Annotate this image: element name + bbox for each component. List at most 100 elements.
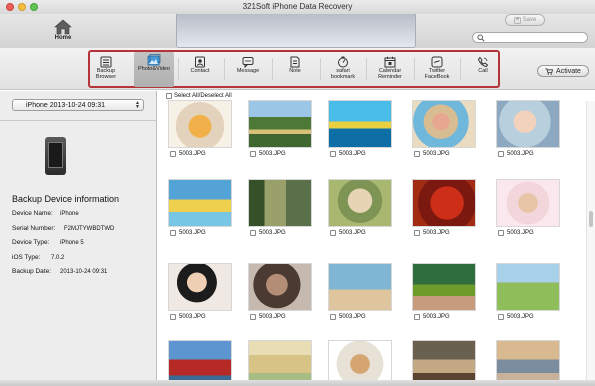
photo-caption: 5003.JPG: [494, 314, 562, 320]
photo-thumbnail[interactable]: [328, 100, 392, 148]
select-all-row[interactable]: Select All/Deselect All: [166, 92, 232, 100]
category-safari-bookmark[interactable]: safari bookmark: [323, 54, 363, 86]
photo-checkbox[interactable]: [498, 151, 504, 157]
photo-filename: 5003.JPG: [259, 151, 286, 157]
photo-thumbnail[interactable]: [168, 179, 232, 227]
photo-checkbox[interactable]: [498, 314, 504, 320]
photo-thumbnail[interactable]: [168, 100, 232, 148]
category-note[interactable]: Note: [275, 54, 315, 86]
photo-tile[interactable]: 5003.JPG: [410, 263, 478, 320]
photo-caption: 5003.JPG: [326, 314, 394, 320]
calendar-icon: [384, 56, 396, 68]
photo-grid: 5003.JPG 5003.JPG 5003.JPG 5003.JPG 5003.JPG…: [158, 100, 586, 386]
call-icon: [477, 56, 489, 68]
photo-checkbox[interactable]: [170, 151, 176, 157]
photo-caption: 5003.JPG: [410, 151, 478, 157]
photo-thumbnail[interactable]: [412, 100, 476, 148]
photo-checkbox[interactable]: [330, 230, 336, 236]
photo-tile[interactable]: 5003.JPG: [246, 100, 314, 157]
photo-thumbnail[interactable]: [496, 263, 560, 311]
vertical-scrollbar[interactable]: [586, 101, 595, 386]
photo-filename: 5003.JPG: [339, 314, 366, 320]
photo-tile[interactable]: 5003.JPG: [410, 179, 478, 236]
photo-tile[interactable]: 5003.JPG: [494, 263, 562, 320]
photo-tile[interactable]: 5003.JPG: [166, 179, 234, 236]
photo-filename: 5003.JPG: [423, 230, 450, 236]
device-name-row: Device Name: iPhone: [12, 210, 79, 217]
photo-tile[interactable]: 5003.JPG: [410, 100, 478, 157]
category-separator: [224, 58, 225, 80]
sidebar-divider: [0, 120, 157, 121]
photo-thumbnail[interactable]: [496, 100, 560, 148]
photo-checkbox[interactable]: [250, 230, 256, 236]
category-calendar-reminder[interactable]: Calendar Reminder: [370, 54, 410, 86]
info-value: iPhone 5: [60, 240, 84, 246]
ios-type-row: iOS Type: 7.0.2: [12, 254, 64, 261]
category-photo-video[interactable]: Photo&Video: [134, 52, 174, 87]
photo-tile[interactable]: 5003.JPG: [166, 100, 234, 157]
info-key: iOS Type:: [12, 254, 41, 261]
photo-thumbnail[interactable]: [496, 179, 560, 227]
category-call[interactable]: Call: [463, 54, 503, 86]
photo-caption: 5003.JPG: [410, 314, 478, 320]
category-backup-browser[interactable]: Backup Browser: [86, 54, 126, 86]
photo-tile[interactable]: 5003.JPG: [326, 179, 394, 236]
photo-thumbnail[interactable]: [412, 179, 476, 227]
window-bottom-edge: [0, 380, 595, 386]
photo-thumbnail[interactable]: [412, 263, 476, 311]
photo-caption: 5003.JPG: [246, 230, 314, 236]
photo-thumbnail[interactable]: [248, 263, 312, 311]
photo-tile[interactable]: 5003.JPG: [326, 263, 394, 320]
photo-filename: 5003.JPG: [423, 314, 450, 320]
photo-checkbox[interactable]: [250, 151, 256, 157]
photo-checkbox[interactable]: [414, 314, 420, 320]
backup-browser-icon: [100, 56, 112, 68]
safari-bookmark-icon: [338, 56, 348, 68]
select-all-label: Select All/Deselect All: [174, 93, 232, 99]
activate-button[interactable]: Activate: [537, 65, 589, 77]
category-separator: [414, 58, 415, 80]
select-arrows-icon: ▲ ▼: [135, 100, 140, 110]
category-message[interactable]: Message: [228, 54, 268, 86]
info-key: Backup Date:: [12, 268, 52, 275]
photo-filename: 5003.JPG: [179, 314, 206, 320]
photo-checkbox[interactable]: [414, 151, 420, 157]
photo-checkbox[interactable]: [498, 230, 504, 236]
backup-date-row: Backup Date: 2013-10-24 09:31: [12, 268, 107, 275]
photo-checkbox[interactable]: [250, 314, 256, 320]
select-all-checkbox[interactable]: [166, 93, 172, 99]
category-label: Twitter FaceBook: [424, 68, 450, 80]
save-button[interactable]: Save: [505, 14, 545, 26]
photo-thumbnail[interactable]: [328, 263, 392, 311]
info-value: 2013-10-24 09:31: [60, 269, 108, 275]
home-button[interactable]: Home: [46, 19, 80, 47]
info-value: 7.0.2: [51, 255, 65, 261]
photo-tile[interactable]: 5003.JPG: [246, 179, 314, 236]
photo-tile[interactable]: 5003.JPG: [326, 100, 394, 157]
category-label: Photo&Video: [137, 66, 170, 72]
photo-checkbox[interactable]: [414, 230, 420, 236]
photo-tile[interactable]: 5003.JPG: [166, 263, 234, 320]
photo-checkbox[interactable]: [330, 314, 336, 320]
category-twitter-facebook[interactable]: Twitter FaceBook: [417, 54, 457, 86]
save-disk-icon: [513, 16, 521, 24]
photo-thumbnail[interactable]: [328, 179, 392, 227]
search-icon: [477, 34, 485, 42]
info-key: Device Name:: [12, 210, 53, 217]
device-select-value: iPhone 2013-10-24 09:31: [26, 102, 106, 109]
photo-tile[interactable]: 5003.JPG: [494, 100, 562, 157]
photo-tile[interactable]: 5003.JPG: [246, 263, 314, 320]
scrollbar-thumb[interactable]: [589, 211, 593, 227]
photo-checkbox[interactable]: [170, 314, 176, 320]
photo-tile[interactable]: 5003.JPG: [494, 179, 562, 236]
photo-filename: 5003.JPG: [339, 230, 366, 236]
photo-thumbnail[interactable]: [168, 263, 232, 311]
photo-checkbox[interactable]: [330, 151, 336, 157]
search-input[interactable]: [472, 32, 588, 43]
photo-thumbnail[interactable]: [248, 100, 312, 148]
device-backup-select[interactable]: iPhone 2013-10-24 09:31 ▲ ▼: [12, 99, 144, 111]
category-contact[interactable]: Contact: [180, 54, 220, 86]
photo-thumbnail[interactable]: [248, 179, 312, 227]
photo-checkbox[interactable]: [170, 230, 176, 236]
category-label: safari bookmark: [330, 68, 356, 80]
